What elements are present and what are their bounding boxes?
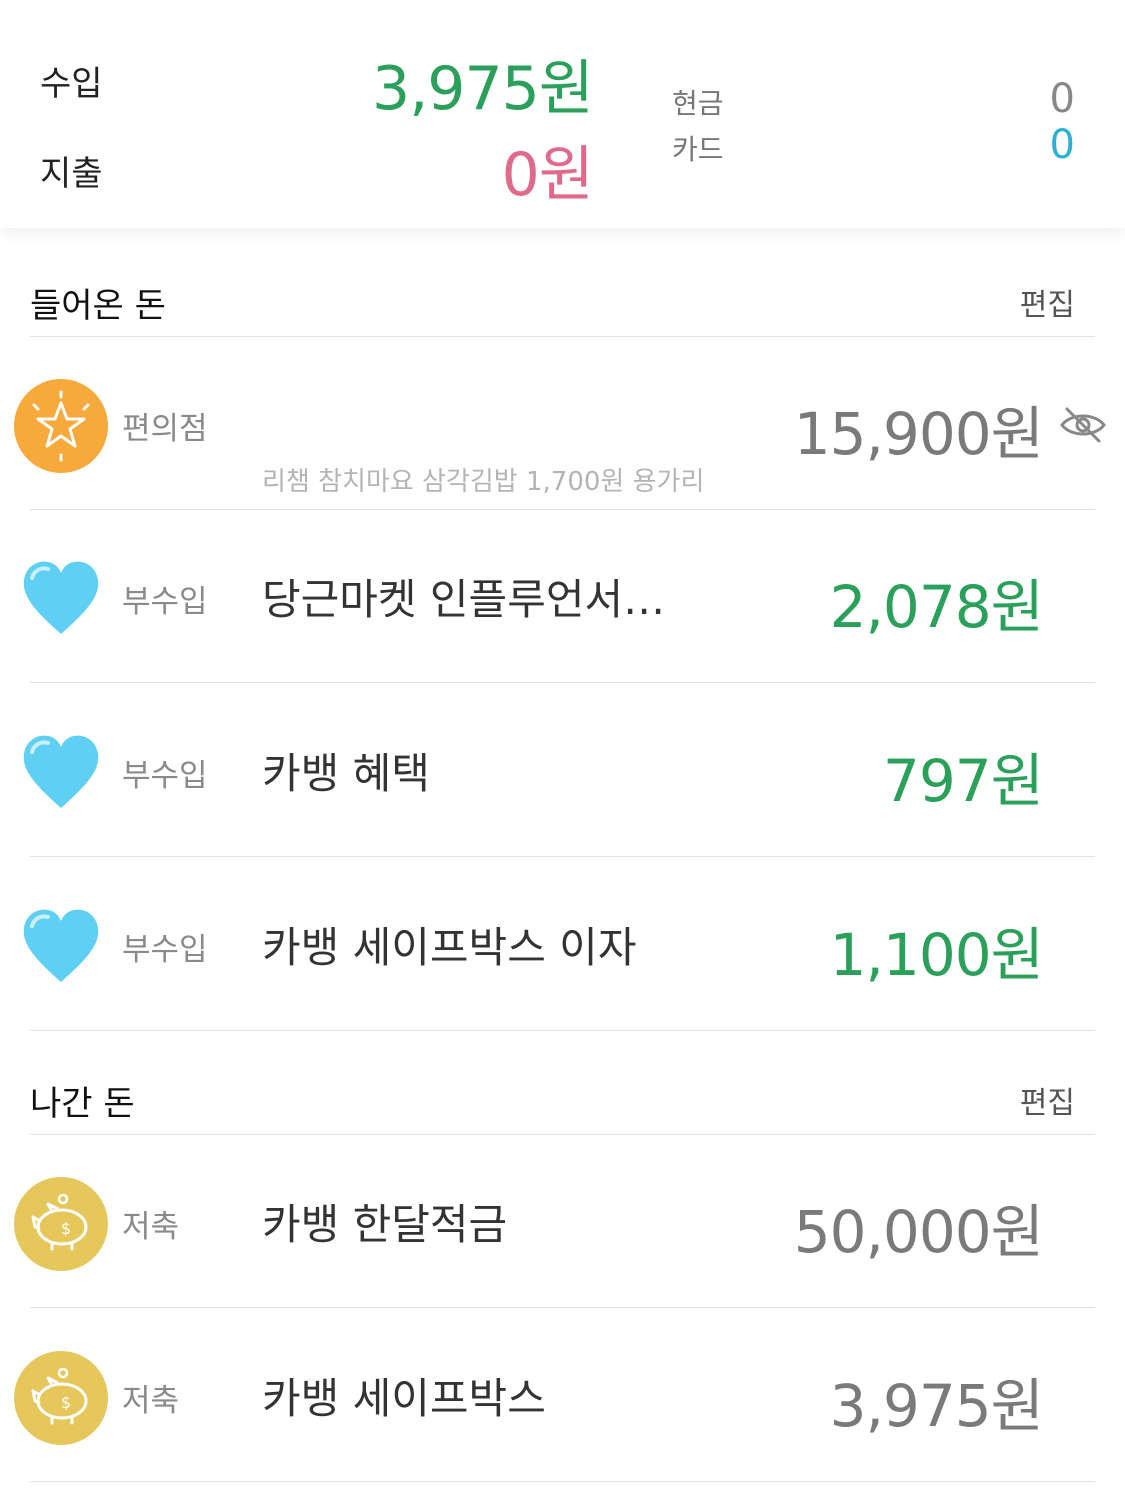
list-item[interactable]: 부수입 카뱅 세이프박스 이자 1,100원 bbox=[0, 858, 1125, 1031]
svg-text:$: $ bbox=[61, 1393, 71, 1412]
divider bbox=[30, 856, 1095, 857]
svg-text:$: $ bbox=[61, 1219, 71, 1238]
transaction-list: 들어온 돈 편집 편의점 15,900원 리챔 참치마요 삼각김밥 1,700원… bbox=[0, 228, 1125, 1494]
expense-section-header: 나간 돈 편집 bbox=[30, 1054, 1095, 1135]
income-section-header: 들어온 돈 편집 bbox=[30, 256, 1095, 337]
memo-text: 카뱅 한달적금 bbox=[262, 1200, 508, 1249]
category-label: 부수입 bbox=[122, 758, 208, 794]
expense-section-title: 나간 돈 bbox=[30, 1084, 135, 1124]
blue-heart-icon bbox=[23, 561, 99, 634]
expense-label: 지출 bbox=[40, 154, 103, 194]
memo-text: 카뱅 세이프박스 이자 bbox=[262, 923, 637, 972]
category-label: 저축 bbox=[122, 1209, 180, 1245]
memo-note: 리챔 참치마요 삼각김밥 1,700원 용가리 bbox=[262, 467, 705, 497]
memo-text: 카뱅 세이프박스 bbox=[262, 1374, 546, 1423]
memo-text: 카뱅 혜택 bbox=[262, 749, 430, 798]
income-label: 수입 bbox=[40, 64, 103, 104]
divider bbox=[30, 1030, 1095, 1031]
amount: 3,975원 bbox=[829, 1372, 1044, 1440]
divider bbox=[30, 682, 1095, 683]
category-label: 부수입 bbox=[122, 932, 208, 968]
category-label: 저축 bbox=[122, 1383, 180, 1419]
income-edit-button[interactable]: 편집 bbox=[1020, 280, 1075, 324]
list-item[interactable]: 편의점 15,900원 리챔 참치마요 삼각김밥 1,700원 용가리 bbox=[0, 337, 1125, 510]
piggy-bank-icon: $ bbox=[14, 1177, 108, 1271]
category-label: 편의점 bbox=[122, 411, 208, 447]
amount: 15,900원 bbox=[793, 400, 1044, 468]
amount: 1,100원 bbox=[829, 921, 1044, 989]
piggy-bank-icon: $ bbox=[14, 1351, 108, 1445]
income-section-title: 들어온 돈 bbox=[30, 286, 166, 326]
blue-heart-icon bbox=[23, 735, 99, 808]
blue-heart-icon bbox=[23, 909, 99, 982]
income-total: 3,975원 bbox=[372, 54, 594, 124]
expense-total: 0원 bbox=[501, 140, 594, 210]
category-label: 부수입 bbox=[122, 584, 208, 620]
list-item[interactable]: $ 저축 카뱅 한달적금 50,000원 bbox=[0, 1135, 1125, 1308]
memo-text: 당근마켓 인플루언서… bbox=[262, 575, 666, 624]
list-item[interactable]: $ 저축 카뱅 세이프박스 3,975원 bbox=[0, 1309, 1125, 1482]
summary-panel: 수입 3,975원 지출 0원 현금 0 카드 0 bbox=[0, 0, 1125, 228]
list-item[interactable]: 부수입 당근마켓 인플루언서… 2,078원 bbox=[0, 510, 1125, 683]
amount: 2,078원 bbox=[829, 573, 1044, 641]
card-value: 0 bbox=[1049, 122, 1075, 168]
card-label: 카드 bbox=[672, 133, 724, 166]
amount: 797원 bbox=[882, 747, 1044, 815]
cash-label: 현금 bbox=[672, 87, 724, 120]
divider bbox=[30, 1307, 1095, 1308]
expense-edit-button[interactable]: 편집 bbox=[1020, 1078, 1075, 1122]
star-icon bbox=[14, 379, 108, 473]
divider bbox=[30, 1481, 1095, 1482]
eye-slash-icon[interactable] bbox=[1059, 405, 1107, 445]
list-item[interactable]: 부수입 카뱅 혜택 797원 bbox=[0, 684, 1125, 857]
amount: 50,000원 bbox=[793, 1198, 1044, 1266]
cash-value: 0 bbox=[1049, 76, 1075, 122]
